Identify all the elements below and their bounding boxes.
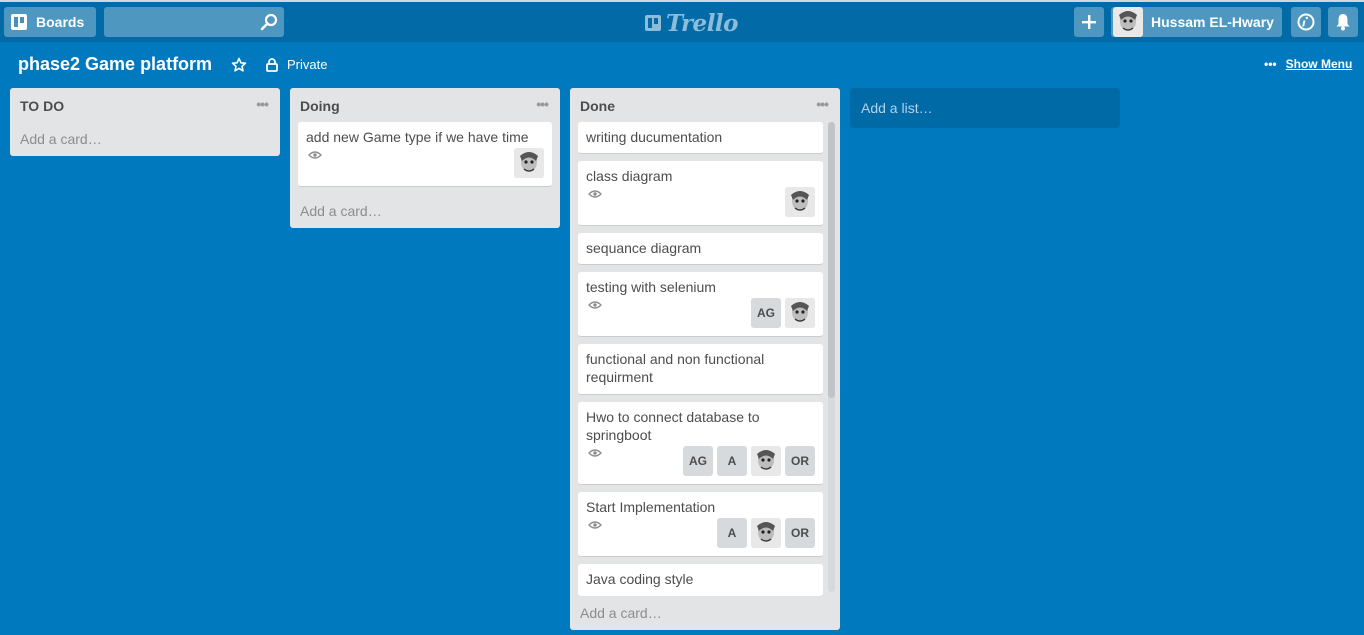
add-button[interactable] [1074, 7, 1104, 37]
member-initials[interactable]: A [717, 518, 747, 548]
add-list-button[interactable]: Add a list… [850, 88, 1120, 128]
show-menu-button[interactable]: ••• Show Menu [1264, 57, 1352, 71]
show-menu-label: Show Menu [1285, 57, 1353, 71]
scrollbar-thumb[interactable] [828, 122, 835, 398]
card-badges [306, 148, 544, 186]
boards-button[interactable]: Boards [4, 7, 96, 37]
notifications-button[interactable] [1328, 7, 1358, 37]
card[interactable]: class diagram [578, 161, 823, 226]
add-card-button[interactable]: Add a card… [290, 194, 560, 228]
list-menu-icon[interactable]: ••• [816, 96, 829, 112]
card[interactable]: functional and non functional requirment [578, 344, 823, 395]
info-icon [1297, 13, 1315, 31]
search-icon[interactable] [260, 13, 278, 31]
card-list: add new Game type if we have time [290, 122, 560, 187]
list-menu-icon[interactable]: ••• [536, 96, 549, 112]
avatar[interactable] [785, 298, 815, 328]
eye-icon [588, 521, 602, 529]
list-todo: TO DO ••• Add a card… [10, 88, 280, 156]
card-badges [586, 187, 815, 225]
eye-icon [588, 301, 602, 309]
list-menu-icon[interactable]: ••• [256, 96, 269, 112]
add-card-button[interactable]: Add a card… [10, 122, 280, 156]
avatar[interactable] [785, 187, 815, 217]
card-title: add new Game type if we have time [306, 129, 529, 145]
star-icon[interactable] [231, 57, 247, 73]
card-members [510, 148, 544, 178]
card-members: AG A OR [679, 446, 815, 476]
top-header: Boards Trello Hussam EL-Hwary [0, 0, 1364, 42]
search-box[interactable] [104, 7, 284, 37]
search-input[interactable] [104, 7, 254, 37]
info-button[interactable] [1291, 7, 1321, 37]
trello-logo-icon [645, 15, 661, 31]
list-header[interactable]: Doing ••• [290, 88, 560, 122]
card-members: A OR [713, 518, 815, 548]
avatar[interactable] [751, 518, 781, 548]
avatar [1113, 7, 1143, 37]
boards-label: Boards [36, 14, 85, 30]
card-badges: AG A OR [586, 446, 815, 484]
eye-icon [588, 449, 602, 457]
card-title: Java coding style [586, 571, 694, 587]
member-initials[interactable]: AG [683, 446, 713, 476]
avatar[interactable] [514, 148, 544, 178]
card-title: sequance diagram [586, 240, 702, 256]
card[interactable]: add new Game type if we have time [298, 122, 552, 187]
member-name: Hussam EL-Hwary [1151, 14, 1274, 30]
lock-icon [266, 57, 278, 72]
list-title: Doing [300, 98, 340, 114]
ellipsis-icon: ••• [1264, 57, 1277, 71]
visibility-button[interactable]: Private [266, 57, 327, 72]
trello-logo[interactable]: Trello [644, 9, 739, 37]
card[interactable]: testing with selenium AG [578, 272, 823, 337]
card-badges: A OR [586, 518, 815, 556]
add-card-button[interactable]: Add a card… [570, 596, 840, 630]
list-header[interactable]: Done ••• [570, 88, 840, 122]
card[interactable]: Java coding style [578, 564, 823, 596]
card-members [781, 187, 815, 217]
boards-icon [11, 14, 27, 30]
board-title[interactable]: phase2 Game platform [18, 54, 212, 76]
member-initials[interactable]: A [717, 446, 747, 476]
list-title: TO DO [20, 98, 65, 114]
card-title: functional and non functional requirment [586, 351, 765, 385]
visibility-label: Private [287, 57, 328, 72]
card[interactable]: Start Implementation A OR [578, 492, 823, 557]
card-list: writing ducumentation class diagram sequ… [570, 122, 840, 596]
scrollbar[interactable] [828, 122, 835, 592]
eye-icon [588, 190, 602, 198]
avatar[interactable] [751, 446, 781, 476]
member-menu-button[interactable]: Hussam EL-Hwary [1111, 7, 1282, 37]
card[interactable]: writing ducumentation [578, 122, 823, 154]
list-header[interactable]: TO DO ••• [10, 88, 280, 122]
card-title: writing ducumentation [586, 129, 723, 145]
list-title: Done [580, 98, 615, 114]
bell-icon [1336, 14, 1350, 31]
card-badges: AG [586, 298, 815, 336]
card-members: AG [747, 298, 815, 328]
member-initials[interactable]: OR [785, 446, 815, 476]
logo-text: Trello [666, 9, 739, 37]
member-initials[interactable]: AG [751, 298, 781, 328]
card[interactable]: sequance diagram [578, 233, 823, 265]
eye-icon [308, 151, 322, 159]
list-doing: Doing ••• add new Game type if we have t… [290, 88, 560, 228]
card[interactable]: Hwo to connect database to springboot AG… [578, 402, 823, 485]
list-done: Done ••• writing ducumentation class dia… [570, 88, 840, 630]
plus-icon [1082, 15, 1096, 29]
member-initials[interactable]: OR [785, 518, 815, 548]
